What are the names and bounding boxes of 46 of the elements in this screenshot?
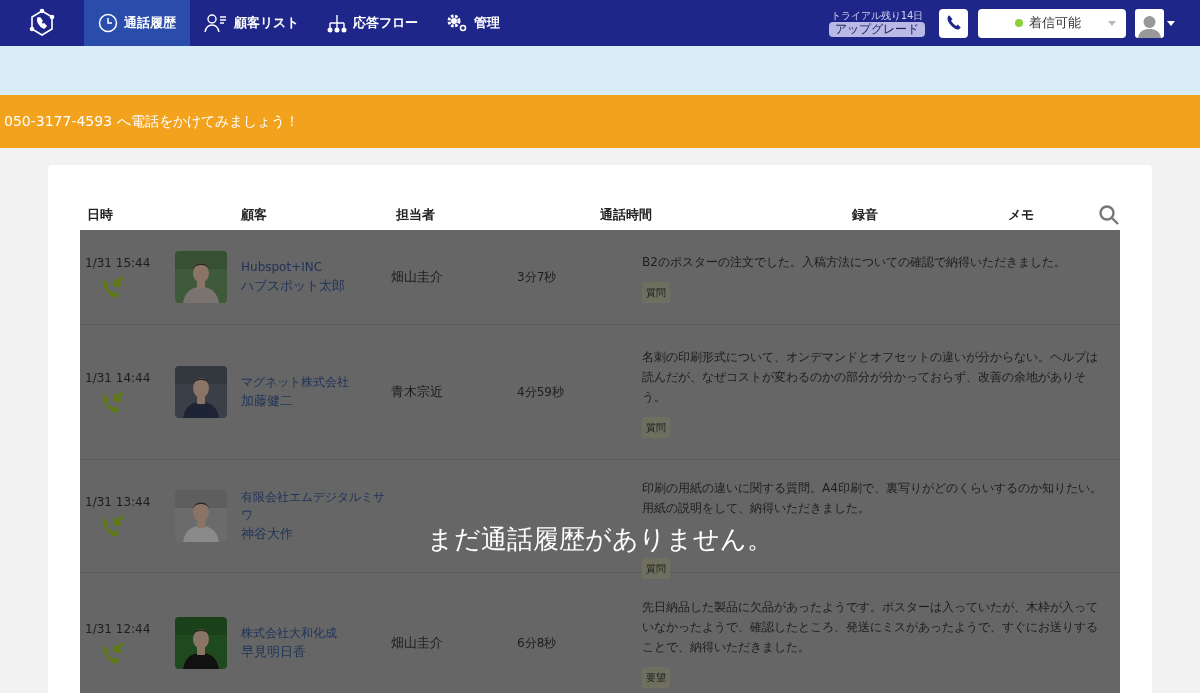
phone-button[interactable] xyxy=(939,8,968,38)
assignee: 畑山圭介 xyxy=(391,633,443,652)
search-icon[interactable] xyxy=(1098,204,1120,226)
clock-icon xyxy=(98,13,118,33)
column-header: 担当者 xyxy=(396,206,436,225)
call-datetime: 1/31 12:44 xyxy=(85,620,152,638)
call-duration: 4分59秒 xyxy=(517,384,564,401)
memo-tag: 質問 xyxy=(642,558,670,579)
customer-company: Hubspot+INC xyxy=(241,259,324,276)
avatar-icon[interactable] xyxy=(1135,8,1164,38)
customer-company: マグネット株式会社 xyxy=(241,374,350,391)
assignee: 青木宗近 xyxy=(391,383,443,402)
nav-tab[interactable]: 顧客リスト xyxy=(190,0,313,46)
caret-icon xyxy=(1108,20,1116,26)
call-datetime: 1/31 15:44 xyxy=(85,255,152,272)
memo-text: 名刺の印刷形式について、オンデマンドとオフセットの違いが分からない。ヘルプは読んだが、なぜコストが変わるのかの部分が分かっておらず、改善の余地がありそう。 xyxy=(642,348,1099,406)
column-header: 顧客 xyxy=(241,206,268,225)
customer-company: 株式会社大和化成 xyxy=(241,624,338,642)
banner-text: 050-3177-4593 へ電話をかけてみましょう！ xyxy=(4,112,299,131)
upgrade-button[interactable]: アップグレード xyxy=(829,22,925,37)
column-header: 録音 xyxy=(852,206,879,225)
call-datetime: 1/31 13:44 xyxy=(85,494,152,511)
nav-tab[interactable]: 管理 xyxy=(432,0,514,46)
person-list-icon xyxy=(204,13,228,33)
call-duration: 6分8秒 xyxy=(517,634,557,652)
status-dropdown[interactable]: 着信可能 xyxy=(978,8,1126,38)
column-header: メモ xyxy=(1008,206,1035,225)
caret-icon[interactable] xyxy=(1167,20,1175,26)
memo-tag: 要望 xyxy=(642,667,670,688)
trial-remaining-text: トライアル残り14日 xyxy=(830,9,924,22)
call-duration: 3分7秒 xyxy=(517,269,557,286)
column-header: 日時 xyxy=(87,206,114,225)
memo-tag: 質問 xyxy=(642,416,670,438)
memo-text: 印刷の用紙の違いに関する質問。A4印刷で、裏写りがどのくらいするのか知りたい。用紙の説明をして、納得いただきました。 xyxy=(642,480,1103,517)
nav-tab[interactable]: 応答フロー xyxy=(313,0,432,46)
logo-icon[interactable] xyxy=(27,8,57,38)
column-header: 通話時間 xyxy=(600,206,653,225)
assignee: 畑山圭介 xyxy=(391,268,443,287)
nav-tab[interactable]: 通話履歴 xyxy=(84,0,190,46)
memo-text: 先日納品した製品に欠品があったようです。ポスターは入っていたが、木枠が入っていなかったようで、確認したところ、発送にミスがあったようで、すぐにお送りすることで、納得いただきました。 xyxy=(642,599,1099,656)
memo-tag: 質問 xyxy=(642,281,670,303)
flow-icon xyxy=(327,13,347,33)
gears-icon xyxy=(446,13,468,33)
memo-text: B2のポスターの注文でした。入稿方法についての確認で納得いただきました。 xyxy=(642,253,1067,271)
empty-state-message: まだ通話履歴がありません。 xyxy=(427,523,773,556)
call-datetime: 1/31 14:44 xyxy=(85,370,152,387)
